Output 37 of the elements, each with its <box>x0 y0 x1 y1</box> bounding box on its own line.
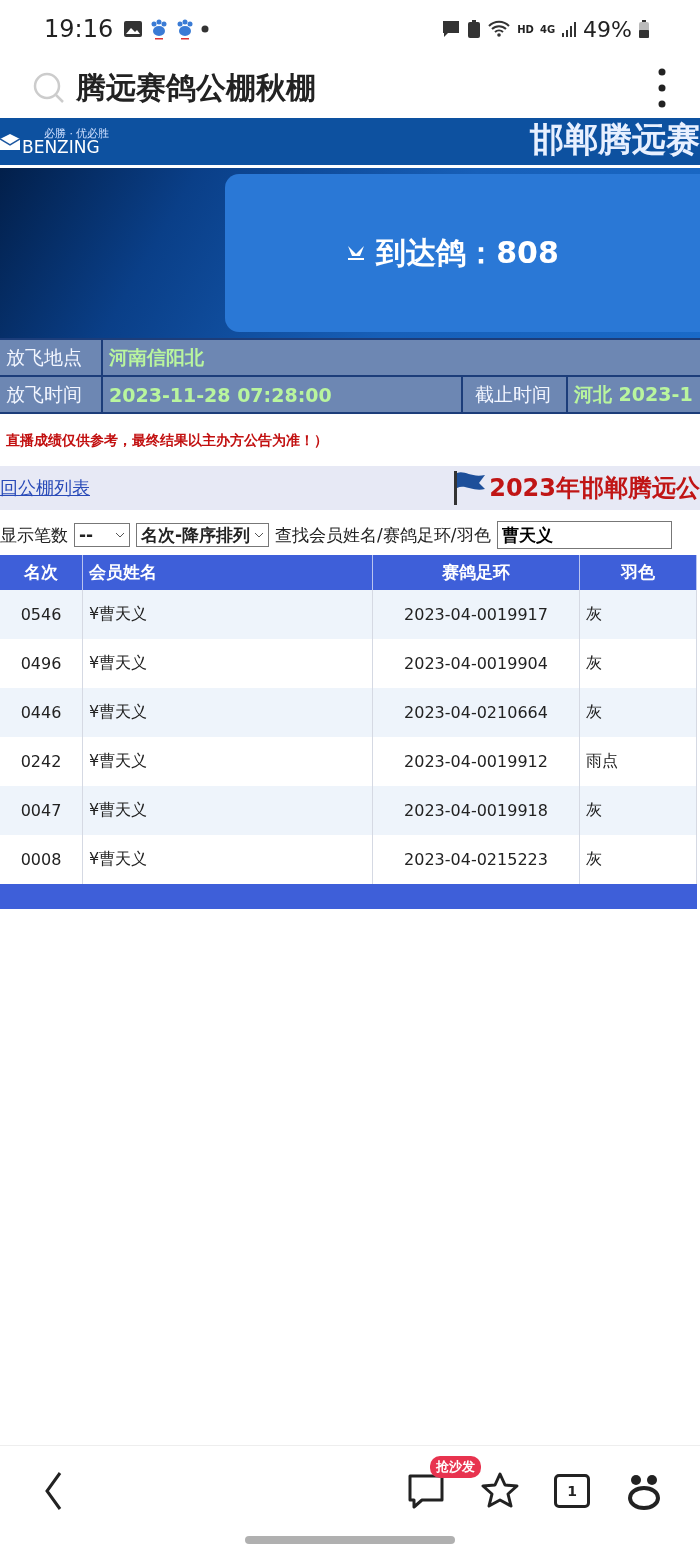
info-value: 河南信阳北 <box>108 344 205 370</box>
site-title: 邯郸腾远赛 <box>530 121 700 156</box>
network-label: 4G <box>539 23 556 35</box>
count-label: 显示笔数 <box>0 523 68 547</box>
sort-select[interactable]: 名次-降序排列 <box>136 523 270 547</box>
signal-icon <box>561 20 578 38</box>
arrived-count: 到达鸽：808 <box>376 233 559 272</box>
caret-icon <box>254 532 265 538</box>
menu-icon[interactable] <box>658 68 666 108</box>
info-label: 截止时间 <box>461 377 568 412</box>
search-field[interactable]: 曹天义 <box>496 521 672 549</box>
status-time: 19:16 <box>44 15 114 43</box>
flag-icon <box>453 470 488 506</box>
hd-label: HD <box>517 23 534 35</box>
info-value: 河北 2023-1 <box>573 381 694 407</box>
caret-icon <box>115 532 125 538</box>
comment-icon[interactable] <box>406 1472 446 1510</box>
wifi-icon <box>487 19 512 39</box>
battery-percent: 49% <box>583 16 632 42</box>
gallery-icon <box>123 19 144 39</box>
dot-icon <box>201 25 210 33</box>
back-link[interactable]: 回公棚列表 <box>0 476 90 500</box>
battery-saver-icon <box>467 19 482 39</box>
logo-name: BENZING <box>22 138 101 156</box>
race-title: 2023年邯郸腾远公 <box>489 473 700 504</box>
back-icon[interactable] <box>44 1471 64 1511</box>
battery-icon <box>638 19 650 39</box>
info-label: 放飞时间 <box>0 377 103 412</box>
search-label: 查找会员姓名/赛鸽足环/羽色 <box>275 523 491 547</box>
message-icon <box>441 19 462 39</box>
tabs-button[interactable]: 1 <box>554 1474 590 1508</box>
count-select[interactable]: -- <box>74 523 130 547</box>
notice-text: 直播成绩仅供参考，最终结果以主办方公告为准！） <box>5 431 329 450</box>
comment-badge: 抢沙发 <box>430 1456 481 1478</box>
logo-slogan: 必勝 · 优必胜 <box>44 127 110 139</box>
info-value: 2023-11-28 07:28:00 <box>108 382 333 408</box>
search-query[interactable]: 腾远赛鸽公棚秋棚 <box>76 67 316 109</box>
